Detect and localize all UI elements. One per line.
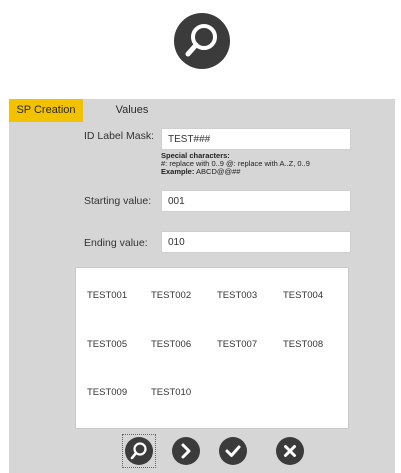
tab-values[interactable]: Values (103, 99, 161, 122)
cancel-button[interactable] (276, 437, 304, 465)
search-icon (130, 442, 147, 460)
list-item: TEST008 (283, 339, 324, 350)
sp-creation-panel: SP Creation Values ID Label Mask: TEST##… (9, 99, 395, 473)
list-item: TEST010 (151, 387, 192, 398)
close-icon (284, 445, 296, 457)
list-item: TEST006 (151, 339, 192, 350)
search-button[interactable] (125, 437, 153, 465)
list-item: TEST002 (151, 290, 192, 301)
chevron-right-icon (181, 443, 191, 459)
list-item: TEST001 (87, 290, 128, 301)
preview-list: TEST001 TEST002 TEST003 TEST004 TEST005 … (75, 267, 349, 429)
starting-value-label: Starting value: (84, 195, 152, 207)
mask-input[interactable]: TEST### (161, 128, 351, 150)
ending-value-input[interactable]: 010 (161, 231, 351, 253)
mask-label: ID Label Mask: (84, 130, 155, 142)
starting-value-input[interactable]: 001 (161, 190, 351, 212)
tab-sp-creation[interactable]: SP Creation (9, 99, 83, 122)
tab-bar: SP Creation Values (9, 99, 395, 122)
ending-value-label: Ending value: (84, 237, 148, 249)
next-button[interactable] (172, 437, 200, 465)
list-item: TEST005 (87, 339, 128, 350)
confirm-button[interactable] (219, 437, 247, 465)
list-item: TEST009 (87, 387, 128, 398)
list-item: TEST004 (283, 290, 324, 301)
help-example-value: ABCD@@## (196, 167, 241, 176)
search-icon (174, 13, 230, 69)
checkmark-icon (225, 445, 241, 457)
help-example-label: Example: (161, 167, 195, 176)
list-item: TEST007 (217, 339, 258, 350)
list-item: TEST003 (217, 290, 258, 301)
special-characters-help: Special characters: #: replace with 0..9… (161, 152, 310, 176)
